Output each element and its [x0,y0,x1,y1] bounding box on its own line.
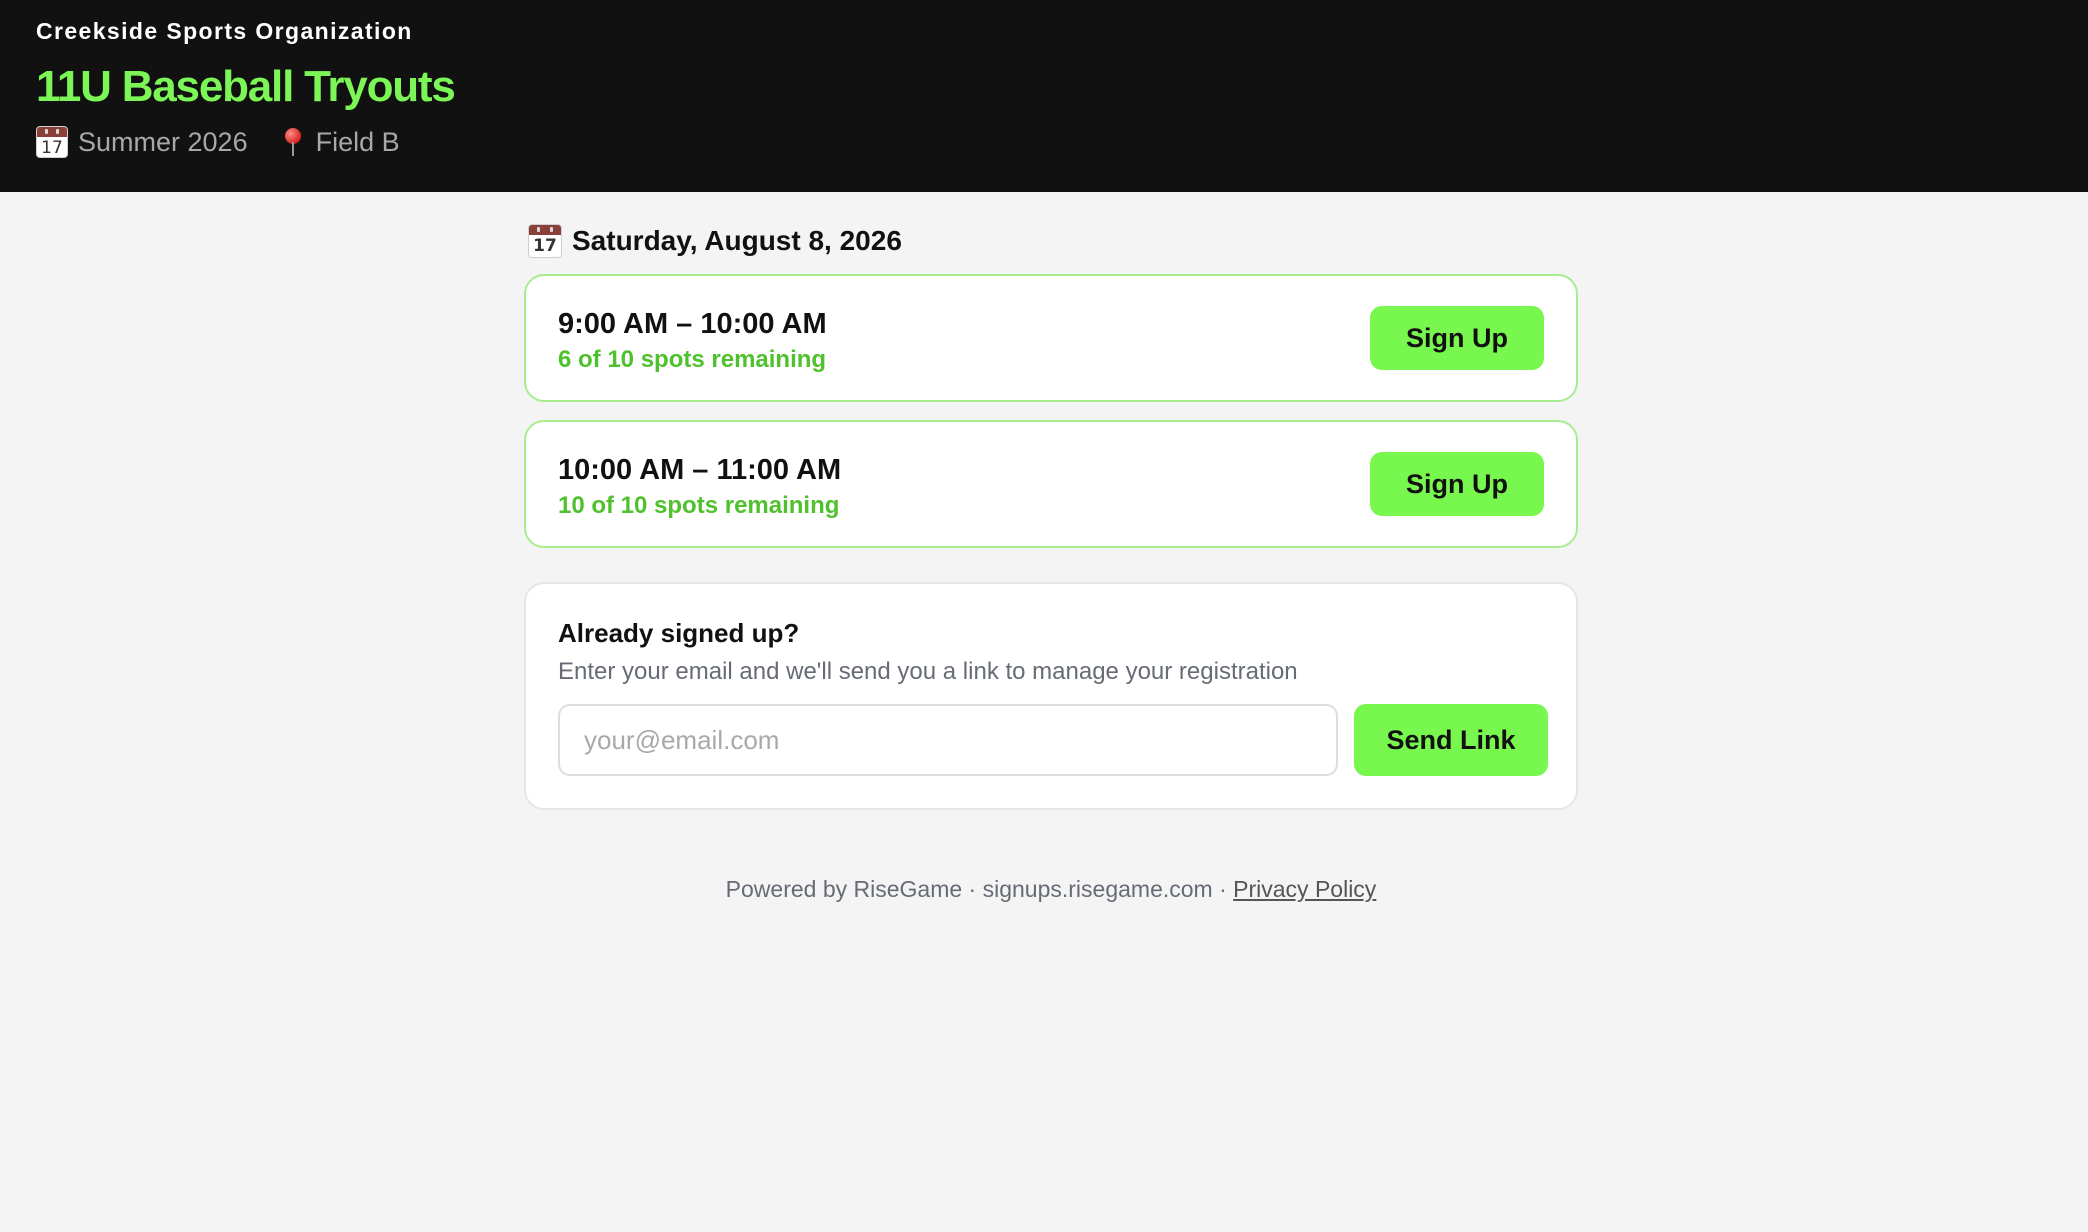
privacy-policy-link[interactable]: Privacy Policy [1233,876,1376,902]
page-header: Creekside Sports Organization 11U Baseba… [0,0,2088,192]
calendar-icon-day: 17 [41,138,63,158]
time-slot-card: 9:00 AM – 10:00 AM 6 of 10 spots remaini… [524,274,1578,402]
email-input[interactable] [558,704,1338,776]
page-title: 11U Baseball Tryouts [36,62,456,111]
send-link-button[interactable]: Send Link [1354,704,1548,776]
main-content: 17 Saturday, August 8, 2026 9:00 AM – 10… [524,218,1578,902]
footer-text: Powered by RiseGame · signups.risegame.c… [725,876,1234,902]
date-heading: 17 Saturday, August 8, 2026 [524,218,1578,264]
organization-name: Creekside Sports Organization [36,18,413,44]
manage-description: Enter your email and we'll send you a li… [558,658,1298,685]
calendar-icon: 17 [528,224,562,258]
season-label: Summer 2026 [78,126,248,157]
slot-spots-remaining: 6 of 10 spots remaining [558,346,827,373]
sign-up-button[interactable]: Sign Up [1370,452,1544,516]
slot-spots-remaining: 10 of 10 spots remaining [558,492,840,519]
location-label: Field B [315,126,400,157]
calendar-icon-day: 17 [533,236,557,256]
location-meta: Field B [280,126,400,158]
season-meta: 17 Summer 2026 [36,126,248,158]
time-slot-card: 10:00 AM – 11:00 AM 10 of 10 spots remai… [524,420,1578,548]
date-label: Saturday, August 8, 2026 [572,225,902,256]
slot-time: 10:00 AM – 11:00 AM [558,454,842,486]
calendar-icon: 17 [36,126,68,158]
sign-up-button[interactable]: Sign Up [1370,306,1544,370]
page-footer: Powered by RiseGame · signups.risegame.c… [524,876,1578,903]
map-pin-icon [280,126,306,158]
event-meta: 17 Summer 2026 Field B [36,126,400,158]
slot-time: 9:00 AM – 10:00 AM [558,308,827,340]
manage-registration-card: Already signed up? Enter your email and … [524,582,1578,810]
manage-title: Already signed up? [558,618,800,648]
